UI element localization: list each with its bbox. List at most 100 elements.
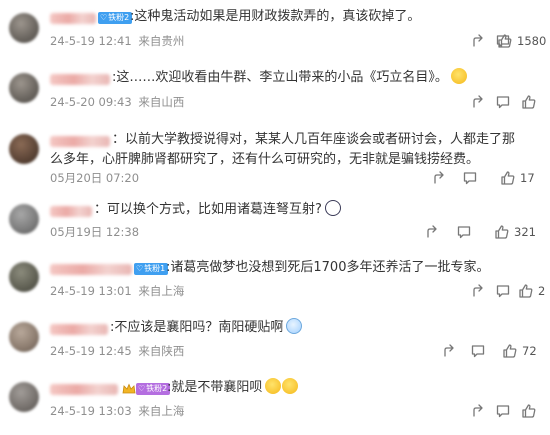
username-blurred[interactable]	[50, 13, 96, 24]
like-icon	[521, 94, 537, 110]
comment-date: 24-5-19 13:03	[50, 404, 132, 418]
fan-badge: ♡ 铁粉2	[136, 383, 171, 395]
heart-icon: ♡	[138, 384, 146, 393]
share-icon[interactable]	[471, 283, 487, 299]
like-button[interactable]: 17	[500, 170, 535, 186]
share-action	[471, 403, 487, 419]
like-button[interactable]: 2	[518, 283, 545, 299]
comment-location: 来自山西	[138, 95, 185, 109]
comment-item: ♡ 铁粉2 :这种鬼活动如果是用财政拨款弄的，真该砍掉了。 24-5-19 12…	[0, 0, 550, 60]
fan-badge: ♡ 铁粉1	[134, 263, 169, 275]
avatar[interactable]	[9, 204, 39, 234]
comment-meta: 24-5-19 12:41 来自贵州	[50, 33, 184, 49]
comment-text: :这种鬼活动如果是用财政拨款弄的，真该砍掉了。	[130, 9, 421, 24]
like-icon	[500, 170, 516, 186]
comment-icon[interactable]	[456, 224, 472, 240]
comment-text-body: :这……欢迎收看由牛群、李立山带来的小品《巧立名目》。	[112, 70, 448, 85]
comment-meta: 05月19日 12:38	[50, 224, 139, 240]
comment-item: ♡ 铁粉2 :就是不带襄阳呗 24-5-19 13:03 来自上海	[0, 372, 550, 435]
comment-location: 来自贵州	[138, 34, 185, 48]
like-icon	[521, 403, 537, 419]
sweat-face-emoji	[286, 318, 303, 334]
surprised-face-emoji	[324, 200, 341, 216]
like-count: 17	[520, 171, 535, 185]
comment-date: 24-5-19 12:41	[50, 34, 132, 48]
share-action	[471, 94, 487, 110]
username-blurred[interactable]	[50, 264, 132, 275]
heart-icon: ♡	[136, 264, 144, 273]
avatar[interactable]	[9, 262, 39, 292]
comment-item: :不应该是襄阳吗？南阳硬贴啊 24-5-19 12:45 来自陕西	[0, 312, 550, 367]
username-blurred[interactable]	[50, 206, 92, 217]
share-action	[442, 343, 458, 359]
avatar[interactable]	[9, 73, 39, 103]
comment-meta: 24-5-19 13:01 来自上海	[50, 283, 184, 299]
like-count: 1580	[517, 34, 547, 48]
avatar[interactable]	[9, 13, 39, 43]
laughing-tears-emoji	[282, 378, 299, 394]
like-button[interactable]	[521, 94, 537, 110]
comment-text: :这……欢迎收看由牛群、李立山带来的小品《巧立名目》。	[112, 68, 536, 88]
like-icon	[494, 224, 510, 240]
comment-icon[interactable]	[495, 283, 511, 299]
share-icon[interactable]	[471, 94, 487, 110]
comment-item: ♡ 铁粉1 :诸葛亮做梦也没想到死后1700多年还养活了一批专家。 24-5-1…	[0, 252, 550, 307]
lightbulb-face-emoji	[450, 68, 467, 84]
comment-action	[470, 343, 486, 359]
comment-meta: 24-5-19 13:03 来自上海	[50, 403, 184, 419]
avatar[interactable]	[9, 382, 39, 412]
comment-item: ：可以换个方式，比如用诸葛连弩互射? 05月19日 12:38	[0, 198, 550, 248]
comment-icon[interactable]	[470, 343, 486, 359]
comment-text-body: ：以前大学教授说得对，某某人几百年座谈会或者研讨会，人都走了那么多年，心肝脾肺肾…	[50, 132, 516, 167]
comment-date: 05月19日 12:38	[50, 225, 140, 239]
share-icon[interactable]	[442, 343, 458, 359]
comment-item: :这……欢迎收看由牛群、李立山带来的小品《巧立名目》。 24-5-20 09:4…	[0, 60, 550, 120]
like-button[interactable]	[521, 403, 537, 419]
comment-text-body: ：可以换个方式，比如用诸葛连弩互射?	[94, 202, 322, 217]
share-action	[432, 170, 448, 186]
comment-action	[462, 170, 478, 186]
comment-action	[495, 94, 511, 110]
comment-location: 来自上海	[138, 404, 185, 418]
like-button[interactable]: 321	[494, 224, 536, 240]
comment-text-body: :就是不带襄阳呗	[167, 380, 263, 395]
share-action	[471, 283, 487, 299]
share-icon[interactable]	[471, 33, 487, 49]
username-blurred[interactable]	[50, 324, 108, 335]
action-bar	[471, 33, 487, 49]
fan-badge-label: 铁粉2	[146, 384, 168, 393]
share-icon[interactable]	[471, 403, 487, 419]
comment-meta: 24-5-19 12:45 来自陕西	[50, 343, 184, 359]
laughing-tears-emoji	[265, 378, 282, 394]
comment-location: 来自陕西	[138, 344, 185, 358]
avatar[interactable]	[9, 134, 39, 164]
comment-text: ：以前大学教授说得对，某某人几百年座谈会或者研讨会，人都走了那么多年，心肝脾肺肾…	[50, 130, 520, 170]
fan-badge-label: 铁粉1	[144, 264, 166, 273]
avatar[interactable]	[9, 322, 39, 352]
comment-action	[495, 283, 511, 299]
like-count: 321	[514, 225, 536, 239]
like-button[interactable]: 72	[502, 343, 537, 359]
username-blurred[interactable]	[50, 74, 110, 85]
comment-icon[interactable]	[495, 94, 511, 110]
comment-location: 来自上海	[138, 284, 185, 298]
comment-icon[interactable]	[495, 403, 511, 419]
comment-meta: 05月20日 07:20	[50, 170, 139, 186]
comment-date: 24-5-19 12:45	[50, 344, 132, 358]
like-button[interactable]: 1580	[497, 33, 546, 49]
fan-badge: ♡ 铁粉2	[98, 12, 133, 24]
comment-date: 24-5-20 09:43	[50, 95, 132, 109]
comment-text: :不应该是襄阳吗？南阳硬贴啊	[110, 318, 536, 338]
comment-text-body: :不应该是襄阳吗？南阳硬贴啊	[110, 320, 284, 335]
username-blurred[interactable]	[50, 384, 118, 395]
comment-meta: 24-5-20 09:43 来自山西	[50, 94, 184, 110]
comment-text: :就是不带襄阳呗	[167, 378, 536, 398]
share-icon[interactable]	[432, 170, 448, 186]
heart-icon: ♡	[100, 13, 108, 22]
like-icon	[502, 343, 518, 359]
like-count: 72	[522, 344, 537, 358]
like-icon	[518, 283, 534, 299]
share-icon[interactable]	[425, 224, 441, 240]
comment-icon[interactable]	[462, 170, 478, 186]
comment-date: 24-5-19 13:01	[50, 284, 132, 298]
